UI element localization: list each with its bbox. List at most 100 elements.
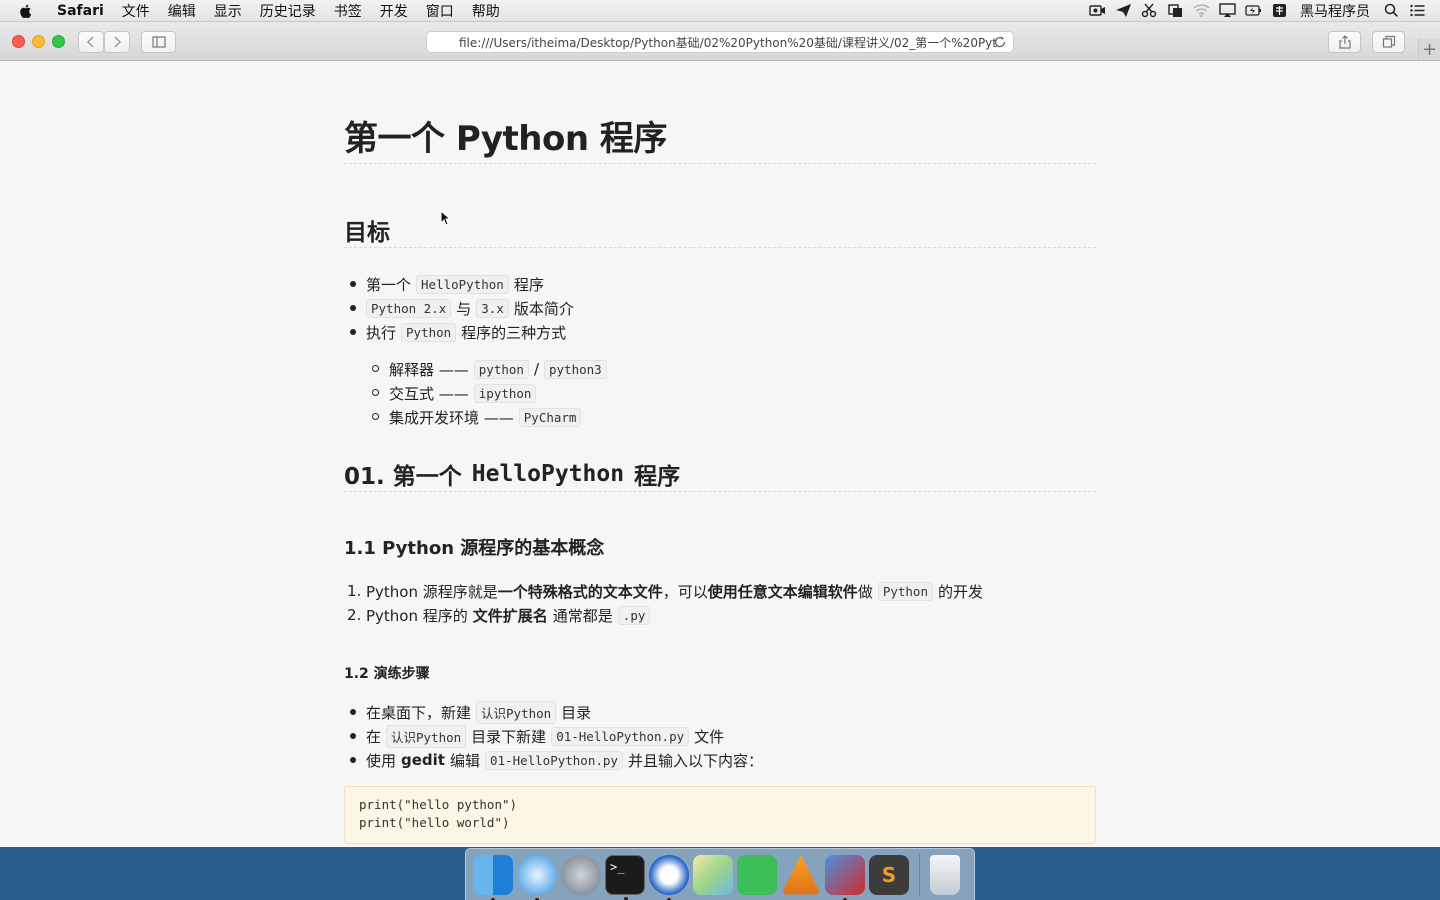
section-divider (344, 491, 1096, 492)
wifi-icon[interactable] (1188, 0, 1214, 22)
page-viewport: 第一个 Python 程序 目标 第一个 HelloPython 程序 Python… (0, 61, 1440, 847)
plus-icon: + (1421, 38, 1438, 60)
code-block: print("hello python") print("hello world… (344, 786, 1096, 844)
inline-code: Python (877, 581, 933, 601)
mode-text: 交互式 —— (389, 384, 469, 403)
section-heading-text: 程序 (634, 464, 681, 490)
chevron-right-icon (114, 36, 122, 48)
minimize-window-button[interactable] (32, 35, 45, 48)
goal-list: 第一个 HelloPython 程序 Python 2.x 与 3.x 版本简介 执行 Py… (350, 272, 574, 344)
launchpad-icon[interactable] (561, 854, 601, 895)
goal-text: 执行 (366, 323, 397, 342)
menu-help[interactable]: 帮助 (463, 1, 509, 21)
inline-code: PyCharm (518, 407, 582, 427)
pycharm-icon[interactable] (649, 854, 689, 900)
inline-code: python (473, 359, 529, 379)
apple-icon[interactable] (18, 3, 34, 19)
forward-button[interactable] (104, 31, 130, 53)
list-number: 1. (347, 582, 362, 600)
goal-text: 程序的三种方式 (461, 323, 567, 342)
airplay-icon[interactable] (1214, 0, 1240, 22)
send-icon[interactable] (1110, 0, 1136, 22)
concept-text: ，可以 (662, 582, 708, 601)
screen-record-icon[interactable] (1084, 0, 1110, 22)
step-text: 目录下新建 (471, 727, 547, 746)
share-button[interactable] (1328, 31, 1361, 53)
menu-develop[interactable]: 开发 (371, 1, 417, 21)
terminal-icon[interactable]: >_ (605, 854, 645, 900)
back-button[interactable] (78, 31, 104, 53)
section-heading-text: 01. 第一个 (344, 464, 462, 490)
menu-history[interactable]: 历史记录 (251, 1, 325, 21)
concept-text: Python 源程序就是 (366, 582, 498, 601)
battery-icon[interactable] (1240, 0, 1266, 22)
list-item: 集成开发环境 —— PyCharm (372, 405, 612, 429)
list-item: 执行 Python 程序的三种方式 (350, 320, 574, 344)
close-window-button[interactable] (12, 35, 25, 48)
step-text: 文件 (694, 727, 725, 746)
tabs-icon (1382, 35, 1395, 48)
clipboard-icon[interactable] (1162, 0, 1188, 22)
subsection-heading: 1.2 演练步骤 (344, 666, 430, 682)
menubar: Safari 文件 编辑 显示 历史记录 书签 开发 窗口 帮助 黑马程序员 (0, 0, 1440, 22)
share-icon (1338, 35, 1351, 49)
goal-divider (344, 247, 1096, 248)
menu-bookmarks[interactable]: 书签 (325, 1, 371, 21)
zoom-window-button[interactable] (52, 35, 65, 48)
step-text: 并且输入以下内容： (627, 751, 763, 770)
spotlight-search-icon[interactable] (1378, 0, 1404, 22)
safari-icon[interactable] (517, 854, 557, 900)
scissors-icon[interactable] (1136, 0, 1162, 22)
inline-code: 01-HelloPython.py (485, 750, 623, 770)
reload-icon[interactable] (993, 35, 1007, 49)
menu-view[interactable]: 显示 (205, 1, 251, 21)
vmware-icon[interactable] (825, 854, 865, 900)
concept-text: Python 程序的 (366, 606, 468, 625)
list-number: 2. (347, 606, 362, 624)
list-item: 使用 gedit 编辑 01-HelloPython.py 并且输入以下内容： (350, 748, 763, 772)
run-modes-list: 解释器 —— python / python3 交互式 —— ipython 集成开发环… (372, 357, 612, 429)
tabs-overview-button[interactable] (1372, 31, 1405, 53)
menu-file[interactable]: 文件 (113, 1, 159, 21)
sidebar-toggle-button[interactable] (141, 31, 176, 53)
user-name[interactable]: 黑马程序员 (1292, 1, 1378, 21)
maps-icon[interactable] (693, 854, 733, 895)
address-bar[interactable]: file:///Users/itheima/Desktop/Python基础/0… (426, 31, 1014, 53)
step-text: 使用 (366, 751, 397, 770)
list-item: 交互式 —— ipython (372, 381, 612, 405)
menu-window[interactable]: 窗口 (417, 1, 463, 21)
title-divider (344, 163, 1096, 164)
goal-text: 版本简介 (513, 299, 574, 318)
inline-code: python3 (544, 359, 607, 379)
list-item: Python 2.x 与 3.x 版本简介 (350, 296, 574, 320)
concept-bold: 文件扩展名 (472, 606, 548, 625)
mouse-cursor-icon (440, 210, 450, 226)
inline-code: .py (617, 605, 651, 625)
browser-toolbar: file:///Users/itheima/Desktop/Python基础/0… (0, 22, 1440, 61)
list-item: 解释器 —— python / python3 (372, 357, 612, 381)
menu-edit[interactable]: 编辑 (159, 1, 205, 21)
inline-code: Python (401, 322, 457, 342)
sublime-icon[interactable]: S (869, 854, 909, 895)
subsection-heading: 1.1 Python 源程序的基本概念 (344, 538, 605, 559)
menu-app-name[interactable]: Safari (48, 3, 113, 19)
inline-code: ipython (473, 383, 537, 403)
input-method-icon[interactable] (1266, 0, 1292, 22)
status-area: 黑马程序员 (1084, 0, 1440, 22)
notification-center-icon[interactable] (1404, 0, 1430, 22)
goal-text: 第一个 (366, 275, 412, 294)
mode-text: 解释器 —— (389, 360, 469, 379)
finder-icon[interactable] (473, 854, 513, 900)
inline-code: 认识Python (476, 700, 557, 724)
new-tab-button[interactable]: + (1418, 38, 1440, 60)
step-text: 在 (366, 727, 382, 746)
trash-icon[interactable] (930, 854, 960, 895)
sidebar-icon (151, 36, 166, 48)
section-heading: 01. 第一个 HelloPython 程序 (344, 457, 680, 491)
goal-text: 与 (456, 299, 472, 318)
xmind-icon[interactable] (737, 854, 777, 895)
list-item: 在认识Python 目录下新建 01-HelloPython.py 文件 (350, 724, 763, 748)
dock-separator (919, 853, 920, 896)
inline-code: 01-HelloPython.py (551, 726, 690, 746)
vlc-icon[interactable] (781, 854, 821, 895)
